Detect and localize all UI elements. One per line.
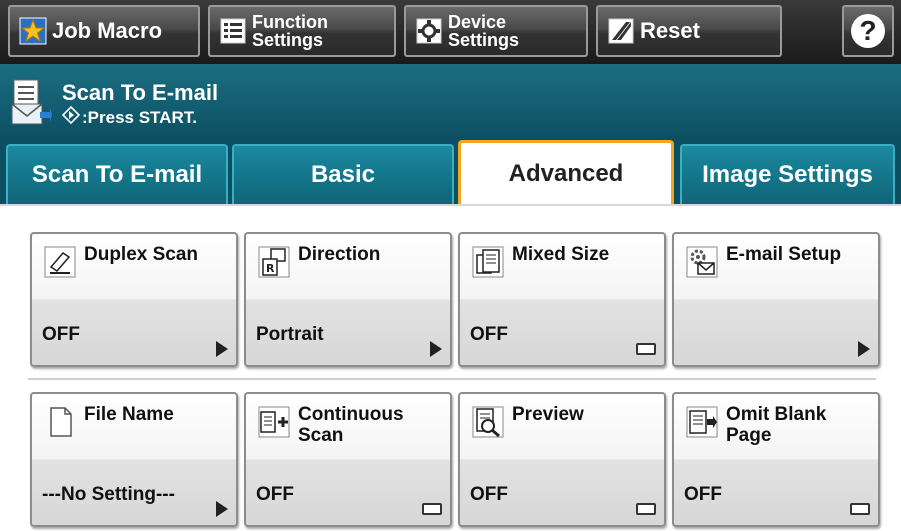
- omit-blank-page-icon: [682, 402, 722, 442]
- status-message: :Press START.: [61, 105, 197, 129]
- function-value: ---No Setting---: [42, 484, 175, 505]
- function-panel: Duplex Scan OFF R Direction Portrait Mix…: [0, 204, 901, 531]
- function-value: OFF: [470, 484, 508, 505]
- function-value: OFF: [684, 484, 722, 505]
- duplex-scan-button[interactable]: Duplex Scan OFF: [30, 232, 238, 367]
- tab-scan-to-email[interactable]: Scan To E-mail: [6, 144, 228, 204]
- job-macro-label: Job Macro: [52, 18, 163, 43]
- reset-icon: [606, 16, 636, 46]
- preview-icon: [468, 402, 508, 442]
- email-setup-icon: [682, 242, 722, 282]
- start-icon: [61, 105, 81, 129]
- svg-text:R: R: [266, 262, 275, 275]
- function-value: OFF: [42, 324, 80, 345]
- duplex-scan-icon: [40, 242, 80, 282]
- tab-label: Image Settings: [702, 161, 873, 188]
- function-settings-icon: [218, 16, 248, 46]
- preview-button[interactable]: Preview OFF: [458, 392, 666, 527]
- star-icon: [18, 16, 48, 46]
- scan-to-email-icon: [10, 78, 52, 126]
- arrow-right-icon: [216, 501, 228, 517]
- tab-advanced[interactable]: Advanced: [458, 140, 674, 204]
- function-settings-button[interactable]: Function Settings: [208, 5, 396, 57]
- device-settings-icon: [414, 16, 444, 46]
- function-settings-label-1: Function: [252, 12, 328, 32]
- omit-blank-page-button[interactable]: Omit Blank Page OFF: [672, 392, 880, 527]
- device-settings-label-2: Settings: [448, 30, 520, 50]
- checkbox-icon: [850, 503, 870, 515]
- direction-button[interactable]: R Direction Portrait: [244, 232, 452, 367]
- tab-label: Basic: [310, 161, 376, 188]
- tab-label: Scan To E-mail: [31, 161, 203, 188]
- tab-basic[interactable]: Basic: [232, 144, 454, 204]
- function-settings-label-2: Settings: [252, 30, 324, 50]
- device-settings-label-1: Device: [448, 12, 507, 32]
- arrow-right-icon: [858, 341, 870, 357]
- tab-label: Advanced: [508, 159, 624, 187]
- function-name: Mixed Size: [512, 244, 610, 265]
- file-name-button[interactable]: File Name ---No Setting---: [30, 392, 238, 527]
- row-divider: [28, 378, 876, 380]
- continuous-scan-button[interactable]: Continuous Scan OFF: [244, 392, 452, 527]
- function-value: Portrait: [256, 324, 324, 345]
- function-name: E-mail Setup: [726, 244, 842, 265]
- checkbox-icon: [636, 503, 656, 515]
- status-message-text: :Press START.: [82, 107, 197, 127]
- tab-image-settings[interactable]: Image Settings: [680, 144, 895, 204]
- continuous-scan-icon: [254, 402, 294, 442]
- function-name: Direction: [298, 244, 381, 265]
- top-toolbar: Job Macro Function Settings Device Setti…: [0, 0, 901, 64]
- file-name-icon: [40, 402, 80, 442]
- tab-bar: Scan To E-mail Basic Advanced Image Sett…: [0, 136, 901, 204]
- function-name: File Name: [84, 404, 174, 425]
- device-settings-button[interactable]: Device Settings: [404, 5, 588, 57]
- reset-button[interactable]: Reset: [596, 5, 782, 57]
- function-name: Preview: [512, 404, 584, 425]
- function-name: Continuous Scan: [298, 404, 404, 446]
- direction-icon: R: [254, 242, 294, 282]
- status-header: Scan To E-mail :Press START.: [0, 64, 901, 136]
- email-setup-button[interactable]: E-mail Setup: [672, 232, 880, 367]
- function-value: OFF: [470, 324, 508, 345]
- function-value: OFF: [256, 484, 294, 505]
- reset-label: Reset: [640, 18, 700, 43]
- job-macro-button[interactable]: Job Macro: [8, 5, 200, 57]
- checkbox-icon: [422, 503, 442, 515]
- help-button[interactable]: ?: [842, 5, 894, 57]
- mixed-size-button[interactable]: Mixed Size OFF: [458, 232, 666, 367]
- help-icon: ?: [851, 14, 885, 48]
- function-name: Omit Blank Page: [726, 404, 827, 446]
- arrow-right-icon: [430, 341, 442, 357]
- function-name: Duplex Scan: [84, 244, 199, 265]
- arrow-right-icon: [216, 341, 228, 357]
- checkbox-icon: [636, 343, 656, 355]
- mixed-size-icon: [468, 242, 508, 282]
- status-title: Scan To E-mail: [62, 80, 219, 105]
